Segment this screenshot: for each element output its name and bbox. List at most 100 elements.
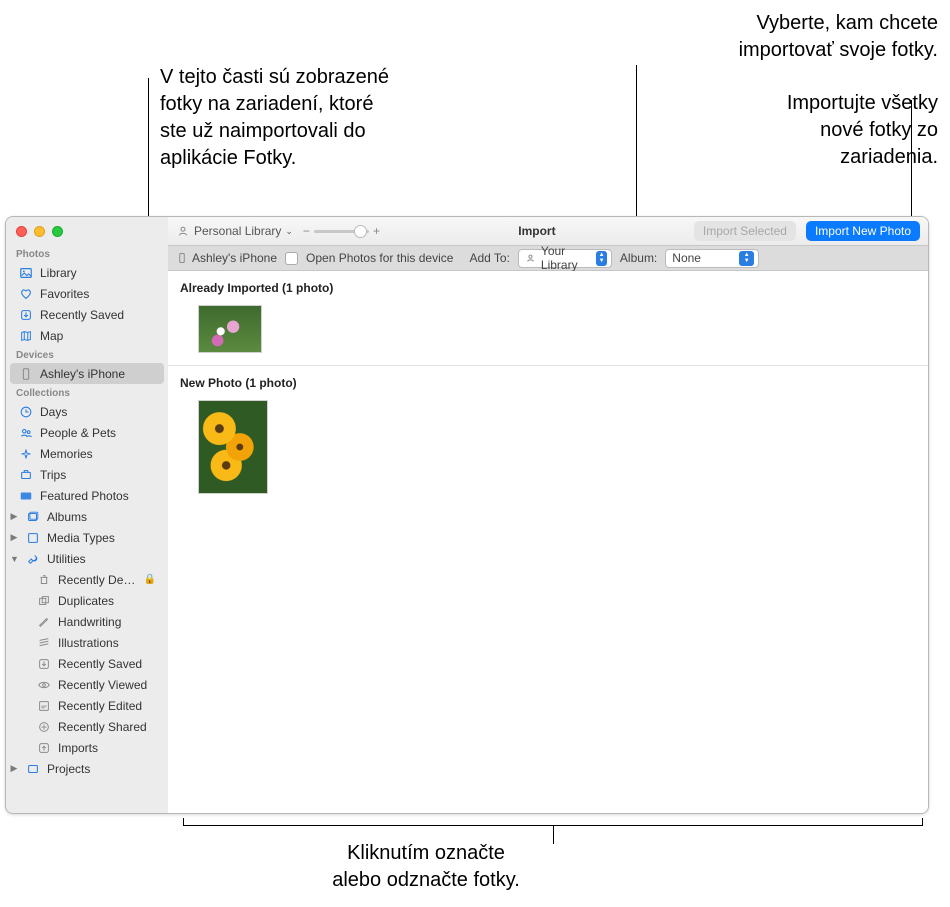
- callout-choose-destination: Vyberte, kam chceteimportovať svoje fotk…: [638, 10, 938, 64]
- sidebar-item-media-types[interactable]: ▶ Media Types: [6, 527, 168, 548]
- device-name: Ashley's iPhone: [192, 251, 277, 265]
- import-infobar: Ashley's iPhone Open Photos for this dev…: [168, 246, 928, 271]
- lines-icon: [36, 635, 51, 650]
- sidebar-item-label: Recently Deleted: [58, 573, 137, 587]
- sidebar-item-projects[interactable]: ▶ Projects: [6, 758, 168, 779]
- window-controls: [6, 217, 168, 245]
- heart-icon: [18, 286, 33, 301]
- sidebar-item-trips[interactable]: Trips: [6, 464, 168, 485]
- sidebar-item-label: Memories: [40, 447, 160, 461]
- import-selected-button[interactable]: Import Selected: [694, 221, 796, 241]
- sidebar-item-favorites[interactable]: Favorites: [6, 283, 168, 304]
- photo-thumbnail[interactable]: [198, 400, 268, 494]
- pencil-icon: [36, 614, 51, 629]
- toolbar-title: Import: [390, 224, 684, 238]
- map-icon: [18, 328, 33, 343]
- sidebar-item-recently-saved[interactable]: Recently Saved: [6, 304, 168, 325]
- photo-thumbnail[interactable]: [198, 305, 262, 353]
- sidebar-item-people[interactable]: People & Pets: [6, 422, 168, 443]
- slider-thumb[interactable]: [354, 225, 367, 238]
- library-switcher[interactable]: Personal Library ⌄: [176, 224, 293, 238]
- sidebar-item-label: Handwriting: [58, 615, 160, 629]
- download-icon: [18, 307, 33, 322]
- sidebar-item-utilities[interactable]: ▼ Utilities: [6, 548, 168, 569]
- sidebar-item-recently-shared[interactable]: Recently Shared: [6, 716, 168, 737]
- device-label: Ashley's iPhone: [176, 251, 277, 265]
- slider-track[interactable]: [314, 230, 369, 233]
- sidebar-item-label: Recently Edited: [58, 699, 160, 713]
- main-area: Personal Library ⌄ − + Import Import Sel…: [168, 217, 928, 813]
- sidebar-item-label: Imports: [58, 741, 160, 755]
- callout-click-select: Kliknutím označtealebo odznačte fotky.: [296, 840, 556, 894]
- sidebar-item-duplicates[interactable]: Duplicates: [6, 590, 168, 611]
- zoom-plus: +: [373, 224, 380, 238]
- sidebar-item-label: Featured Photos: [40, 489, 160, 503]
- sidebar-item-albums[interactable]: ▶ Albums: [6, 506, 168, 527]
- sidebar-item-label: Map: [40, 329, 160, 343]
- lock-icon: 🔒: [144, 574, 160, 585]
- sidebar-item-label: Duplicates: [58, 594, 160, 608]
- sidebar-item-label: Trips: [40, 468, 160, 482]
- new-photo-row: [168, 396, 928, 506]
- sidebar-item-recently-deleted[interactable]: Recently Deleted 🔒: [6, 569, 168, 590]
- popup-arrows-icon: ▲▼: [596, 251, 607, 266]
- chevron-down-icon: ▼: [10, 554, 18, 564]
- open-photos-checkbox[interactable]: [285, 252, 298, 265]
- add-to-label: Add To:: [469, 251, 509, 265]
- album-value: None: [672, 251, 701, 265]
- sidebar-item-label: Utilities: [47, 552, 160, 566]
- chevron-right-icon: ▶: [10, 763, 18, 774]
- close-window-button[interactable]: [16, 226, 27, 237]
- open-photos-label: Open Photos for this device: [306, 251, 453, 265]
- sidebar-item-recently-edited[interactable]: Recently Edited: [6, 695, 168, 716]
- suitcase-icon: [18, 467, 33, 482]
- share-icon: [36, 719, 51, 734]
- sidebar-item-device[interactable]: Ashley's iPhone: [10, 363, 164, 384]
- sidebar-item-label: Illustrations: [58, 636, 160, 650]
- phone-icon: [176, 252, 188, 264]
- sidebar-item-library[interactable]: Library: [6, 262, 168, 283]
- sidebar-item-label: Ashley's iPhone: [40, 367, 156, 381]
- zoom-minus: −: [303, 224, 310, 238]
- callout-bracket: [183, 818, 923, 826]
- zoom-window-button[interactable]: [52, 226, 63, 237]
- featured-icon: [18, 488, 33, 503]
- download-icon: [36, 656, 51, 671]
- eye-icon: [36, 677, 51, 692]
- chevron-down-icon: ⌄: [285, 226, 293, 237]
- sidebar-item-handwriting[interactable]: Handwriting: [6, 611, 168, 632]
- sidebar-item-label: Recently Saved: [58, 657, 160, 671]
- import-content: Already Imported (1 photo) New Photo (1 …: [168, 271, 928, 813]
- edit-icon: [36, 698, 51, 713]
- sidebar-item-featured[interactable]: Featured Photos: [6, 485, 168, 506]
- albums-icon: [25, 509, 40, 524]
- sidebar-item-imports[interactable]: Imports: [6, 737, 168, 758]
- sidebar-item-label: Media Types: [47, 531, 160, 545]
- sidebar-item-label: People & Pets: [40, 426, 160, 440]
- already-imported-row: [168, 301, 928, 365]
- sidebar-item-recently-viewed[interactable]: Recently Viewed: [6, 674, 168, 695]
- callout-already-imported: V tejto časti sú zobrazenéfotky na zaria…: [160, 64, 480, 172]
- add-to-value: Your Library: [541, 244, 586, 272]
- callout-line: [911, 100, 912, 222]
- sidebar-item-illustrations[interactable]: Illustrations: [6, 632, 168, 653]
- library-icon: [18, 265, 33, 280]
- section-already-imported: Already Imported (1 photo): [168, 271, 928, 301]
- sidebar-item-memories[interactable]: Memories: [6, 443, 168, 464]
- minimize-window-button[interactable]: [34, 226, 45, 237]
- chevron-right-icon: ▶: [10, 511, 18, 522]
- import-new-button[interactable]: Import New Photo: [806, 221, 920, 241]
- zoom-slider[interactable]: − +: [303, 224, 380, 238]
- chevron-right-icon: ▶: [10, 532, 18, 543]
- album-label: Album:: [620, 251, 657, 265]
- sidebar-item-map[interactable]: Map: [6, 325, 168, 346]
- sidebar-item-days[interactable]: Days: [6, 401, 168, 422]
- media-icon: [25, 530, 40, 545]
- duplicates-icon: [36, 593, 51, 608]
- album-popup[interactable]: None ▲▼: [665, 249, 759, 268]
- callout-line: [553, 826, 554, 844]
- people-icon: [18, 425, 33, 440]
- sidebar-item-recently-saved-util[interactable]: Recently Saved: [6, 653, 168, 674]
- add-to-popup[interactable]: Your Library ▲▼: [518, 249, 612, 268]
- popup-arrows-icon: ▲▼: [739, 251, 754, 266]
